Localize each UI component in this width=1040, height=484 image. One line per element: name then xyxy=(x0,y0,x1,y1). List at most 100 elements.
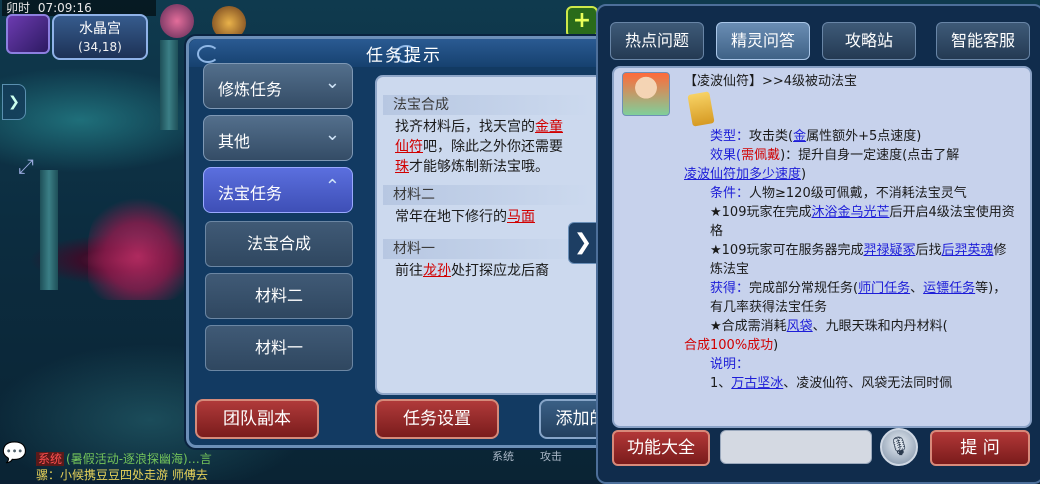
speed-info-link[interactable]: 凌波仙符加多少速度 xyxy=(684,167,801,182)
text: ★合成需消耗 xyxy=(710,319,787,334)
location-coordinates: (34,18) xyxy=(78,40,122,54)
category-label: 修炼任务 xyxy=(218,80,283,99)
type-rest: 属性额外+5点速度) xyxy=(806,129,922,144)
answer-type-line: 类型：攻击类(金属性额外+5点速度) xyxy=(684,127,1018,146)
task-item-treasure-synthesis[interactable]: 法宝合成 xyxy=(205,221,353,267)
task-item-material-two[interactable]: 材料二 xyxy=(205,273,353,319)
team-dungeon-button[interactable]: 团队副本 xyxy=(195,399,319,439)
ask-button[interactable]: 提 问 xyxy=(930,430,1030,466)
system-tag: 系统 xyxy=(36,452,65,466)
item-link[interactable]: 仙符 xyxy=(395,139,423,155)
text: 才能够炼制新法宝哦。 xyxy=(409,159,549,175)
question-input[interactable] xyxy=(720,430,872,464)
text: ★109玩家在完成 xyxy=(710,205,812,220)
section-body: 找齐材料后，找天宫的金童 仙符吧，除此之外你还需要 珠才能够炼制新法宝哦。 xyxy=(395,117,613,177)
answer-note-label-line: 说明： xyxy=(684,355,1018,374)
effect-need: 需佩戴 xyxy=(741,148,781,163)
answer-title: 【凌波仙符】>>4级被动法宝 xyxy=(684,74,858,89)
quest-link[interactable]: 沐浴金乌光芒 xyxy=(811,205,889,220)
chevron-down-icon: ⌄ xyxy=(324,72,340,93)
chat-line: 骡：小候携豆豆四处走游 师傅去 xyxy=(36,468,208,482)
text: 、九眼天珠和内丹材料( xyxy=(812,319,948,334)
success-rate: 合成100%成功 xyxy=(684,338,774,353)
quest-link[interactable]: 羿禄疑冢 xyxy=(863,243,915,258)
answer-success-line: 合成100%成功) xyxy=(684,336,1018,355)
text: 常年在地下修行的 xyxy=(395,209,507,225)
task-item-material-one[interactable]: 材料一 xyxy=(205,325,353,371)
pillar-decoration xyxy=(40,170,58,290)
element-link[interactable]: 金 xyxy=(793,129,806,144)
note-label: 说明： xyxy=(710,357,750,372)
task-settings-button[interactable]: 任务设置 xyxy=(375,399,499,439)
tab-spirit-qa[interactable]: 精灵问答 xyxy=(716,22,810,60)
pillar-decoration xyxy=(160,40,178,130)
answer-text: 【凌波仙符】>>4级被动法宝 类型：攻击类(金属性额外+5点速度) 效果(需佩戴… xyxy=(684,72,1018,393)
category-label: 其他 xyxy=(218,132,251,151)
effect-rest: )：提升自身一定速度(点击了解 xyxy=(780,148,960,163)
text: 处打探应龙后裔 xyxy=(451,263,549,279)
category-cultivation-task[interactable]: 修炼任务 ⌄ xyxy=(203,63,353,109)
answer-content: 【凌波仙符】>>4级被动法宝 类型：攻击类(金属性额外+5点速度) 效果(需佩戴… xyxy=(612,66,1032,428)
item-link[interactable]: 风袋 xyxy=(787,319,813,334)
answer-star-line-2: ★109玩家可在服务器完成羿禄疑冢后找后羿英魂修炼法宝 xyxy=(684,241,1018,279)
quest-link[interactable]: 运镖任务 xyxy=(923,281,975,296)
npc-link[interactable]: 后羿英魂 xyxy=(942,243,994,258)
chevron-right-icon[interactable]: ❯ xyxy=(568,222,598,264)
chevron-up-icon: ⌃ xyxy=(324,176,340,197)
microphone-icon[interactable]: 🎙 xyxy=(880,428,918,466)
effect-label: 效果( xyxy=(710,148,742,163)
answer-effect-link-line: 凌波仙符加多少速度) xyxy=(684,165,1018,184)
text: 1、 xyxy=(710,376,732,391)
text: 吧，除此之外你还需要 xyxy=(423,139,563,155)
text: 、 xyxy=(910,281,924,296)
condition-text: 人物≥120级可佩戴，不消耗法宝灵气 xyxy=(749,186,967,201)
answer-effect-line: 效果(需佩戴)：提升自身一定速度(点击了解 xyxy=(684,146,1018,165)
type-label: 类型： xyxy=(710,129,750,144)
peach-event-icon[interactable] xyxy=(160,4,194,38)
side-expand-tab[interactable]: ❯ xyxy=(2,84,26,120)
functions-button[interactable]: 功能大全 xyxy=(612,430,710,466)
condition-label: 条件： xyxy=(710,186,750,201)
answer-note-line: 1、万古坚冰、凌波仙符、风袋无法同时佩 xyxy=(684,374,1018,393)
chat-bubble-icon[interactable]: 💬 xyxy=(2,440,32,466)
location-name: 水晶宫 xyxy=(79,21,121,37)
player-avatar[interactable] xyxy=(6,14,50,54)
item-link[interactable]: 万古坚冰 xyxy=(731,376,783,391)
clock-label: 07:09:16 xyxy=(37,1,92,15)
tab-hot-questions[interactable]: 热点问题 xyxy=(610,22,704,60)
npc-link[interactable]: 马面 xyxy=(507,209,535,225)
text: ★109玩家可在服务器完成 xyxy=(710,243,864,258)
text: 后找 xyxy=(915,243,942,258)
chat-text: (暑假活动-逐浪探幽海)…言 xyxy=(66,452,212,466)
attack-shortcut[interactable]: 攻击 xyxy=(540,448,562,464)
tab-smart-service[interactable]: 智能客服 xyxy=(936,22,1030,60)
treasure-scroll-icon xyxy=(687,91,715,127)
text: 前往 xyxy=(395,263,423,279)
category-treasure-task[interactable]: 法宝任务 ⌃ xyxy=(203,167,353,213)
type-value: 攻击类( xyxy=(749,129,794,144)
coral-decoration xyxy=(88,190,188,300)
activity-icon[interactable] xyxy=(212,6,246,40)
quest-link[interactable]: 师门任务 xyxy=(858,281,910,296)
section-heading: 材料二 xyxy=(383,185,613,205)
system-shortcut[interactable]: 系统 xyxy=(492,448,514,464)
text: ) xyxy=(773,338,779,353)
npc-link[interactable]: 龙孙 xyxy=(423,263,451,279)
text: 完成部分常规任务( xyxy=(749,281,859,296)
text: ) xyxy=(801,167,807,182)
tab-guide-station[interactable]: 攻略站 xyxy=(822,22,916,60)
section-heading: 法宝合成 xyxy=(383,95,613,115)
fullscreen-expand-icon[interactable]: ⤢ xyxy=(6,146,46,186)
period-label: 卯时 xyxy=(6,1,31,15)
text: 找齐材料后，找天宫的 xyxy=(395,119,535,135)
category-other[interactable]: 其他 ⌄ xyxy=(203,115,353,161)
answer-obtain-line: 获得：完成部分常规任务(师门任务、运镖任务等)，有几率获得法宝任务 xyxy=(684,279,1018,317)
answer-star-line-1: ★109玩家在完成沐浴金乌光芒后开启4级法宝使用资格 xyxy=(684,203,1018,241)
npc-link[interactable]: 金童 xyxy=(535,119,563,135)
add-plus-button[interactable]: + xyxy=(566,6,598,38)
category-label: 法宝任务 xyxy=(218,184,283,203)
item-link[interactable]: 珠 xyxy=(395,159,409,175)
answer-star-line-3: ★合成需消耗风袋、九眼天珠和内丹材料( xyxy=(684,317,1018,336)
obtain-label: 获得： xyxy=(710,281,750,296)
minimap-location[interactable]: 水晶宫 (34,18) xyxy=(52,14,148,60)
